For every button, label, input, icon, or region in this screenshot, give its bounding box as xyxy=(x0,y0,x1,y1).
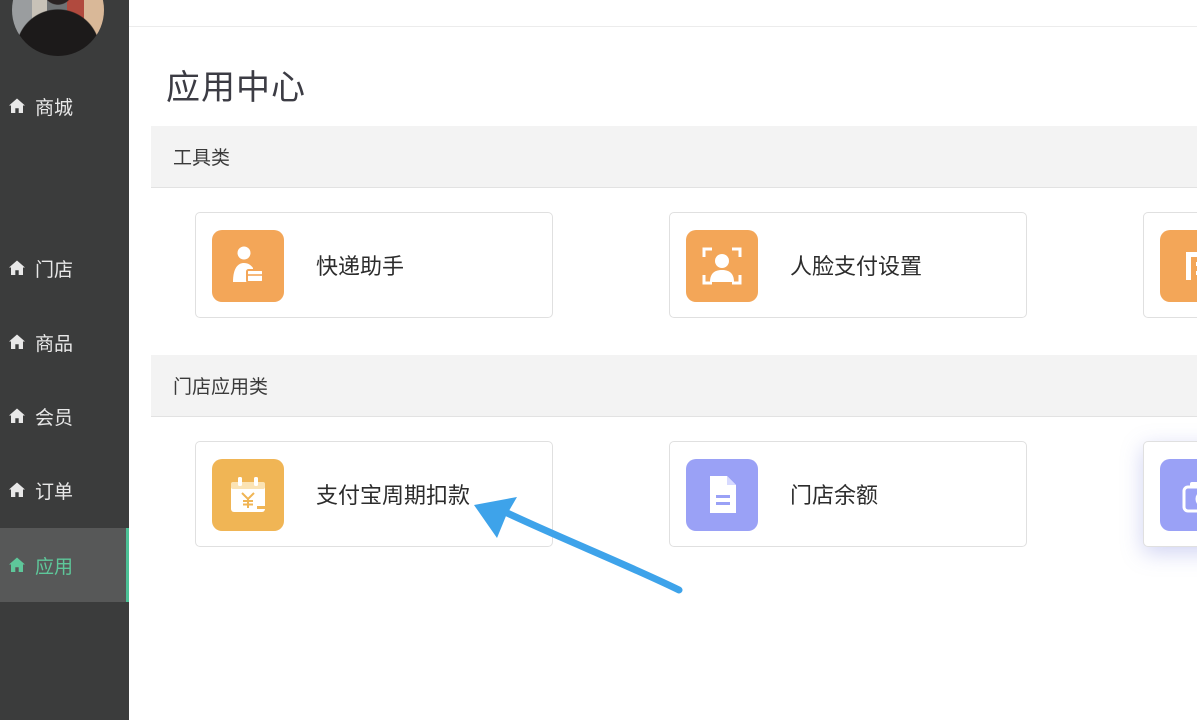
app-page: 商城 门店 商品 会员 订单 应用 应用中心 工具类 快递助手 人脸支付设置 门… xyxy=(0,0,1197,720)
calendar-yuan-icon xyxy=(212,459,284,531)
app-card-label: 快递助手 xyxy=(316,255,405,280)
section-header-tools: 工具类 xyxy=(151,126,1197,188)
sidebar-item-label: 商城 xyxy=(35,96,74,119)
document-icon xyxy=(686,459,758,531)
app-card-label: 支付宝周期扣款 xyxy=(316,484,471,509)
face-pay-icon xyxy=(686,230,758,302)
courier-icon xyxy=(212,230,284,302)
top-bar xyxy=(129,0,1197,27)
app-card-store-balance[interactable]: 门店余额 xyxy=(669,441,1027,547)
sidebar-item-label: 商品 xyxy=(35,332,74,355)
home-icon xyxy=(8,556,26,574)
app-card-face-pay-settings[interactable]: 人脸支付设置 xyxy=(669,212,1027,318)
section-title: 工具类 xyxy=(173,147,231,169)
sidebar-item-store[interactable]: 门店 xyxy=(0,246,126,290)
sidebar-item-label: 应用 xyxy=(35,555,74,578)
camera-icon xyxy=(1160,459,1197,531)
home-icon xyxy=(8,259,26,277)
app-card-alipay-periodic-deduction[interactable]: 支付宝周期扣款 xyxy=(195,441,553,547)
breadcrumb xyxy=(167,0,277,3)
sidebar-item-apps[interactable]: 应用 xyxy=(0,528,129,602)
home-icon xyxy=(8,481,26,499)
sidebar-item-orders[interactable]: 订单 xyxy=(0,468,126,512)
section-header-store-apps: 门店应用类 xyxy=(151,355,1197,417)
sidebar-item-label: 门店 xyxy=(35,258,74,281)
avatar[interactable] xyxy=(12,0,104,56)
sidebar-item-products[interactable]: 商品 xyxy=(0,320,126,364)
app-card-label: 人脸支付设置 xyxy=(790,255,923,280)
section-title: 门店应用类 xyxy=(173,376,269,398)
sidebar-item-label: 会员 xyxy=(35,406,74,429)
sidebar-item-label: 订单 xyxy=(35,480,74,503)
sidebar-item-mall[interactable]: 商城 xyxy=(0,84,126,128)
app-card-courier-assistant[interactable]: 快递助手 xyxy=(195,212,553,318)
home-icon xyxy=(8,407,26,425)
app-card-label: 门店余额 xyxy=(790,484,879,509)
sidebar: 商城 门店 商品 会员 订单 应用 xyxy=(0,0,129,720)
home-icon xyxy=(8,333,26,351)
app-card-partial-tool[interactable] xyxy=(1143,212,1197,318)
home-icon xyxy=(8,97,26,115)
partial-app-icon xyxy=(1160,230,1197,302)
page-title: 应用中心 xyxy=(166,68,306,108)
sidebar-item-members[interactable]: 会员 xyxy=(0,394,126,438)
app-card-partial-camera[interactable] xyxy=(1143,441,1197,547)
